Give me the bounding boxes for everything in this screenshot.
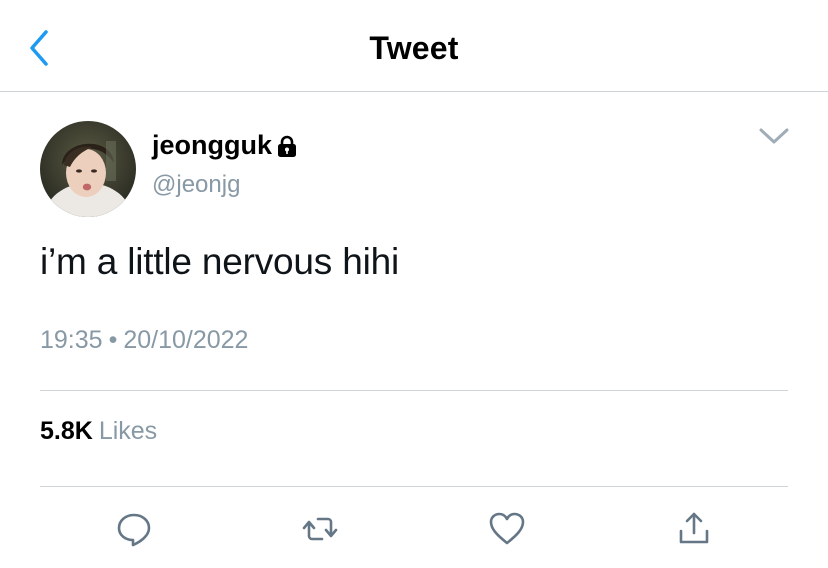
likes-stat[interactable]: 5.8K Likes: [40, 417, 157, 446]
tweet-text: i’m a little nervous hihi: [40, 241, 399, 282]
likes-label: Likes: [98, 417, 158, 445]
tweet-date: 20/10/2022: [123, 326, 249, 354]
top-bar: Tweet: [0, 0, 828, 92]
divider: [40, 390, 788, 391]
page-title: Tweet: [369, 30, 459, 66]
timestamp-separator: •: [108, 326, 118, 354]
avatar[interactable]: [40, 121, 136, 217]
share-icon[interactable]: [674, 509, 714, 549]
tweet-time: 19:35: [40, 326, 103, 354]
divider: [40, 486, 788, 487]
heart-icon[interactable]: [487, 509, 527, 549]
author-display-name[interactable]: jeongguk: [152, 130, 272, 161]
avatar-photo: [40, 121, 136, 217]
author-handle[interactable]: @jeonjg: [152, 171, 240, 199]
lock-icon: [278, 135, 296, 157]
chevron-down-icon[interactable]: [757, 124, 791, 148]
reply-icon[interactable]: [114, 509, 154, 549]
tweet-timestamp: 19:35 • 20/10/2022: [40, 326, 248, 355]
author-name-row[interactable]: jeongguk: [152, 128, 298, 162]
retweet-icon[interactable]: [300, 509, 340, 549]
likes-count: 5.8K: [40, 417, 93, 445]
